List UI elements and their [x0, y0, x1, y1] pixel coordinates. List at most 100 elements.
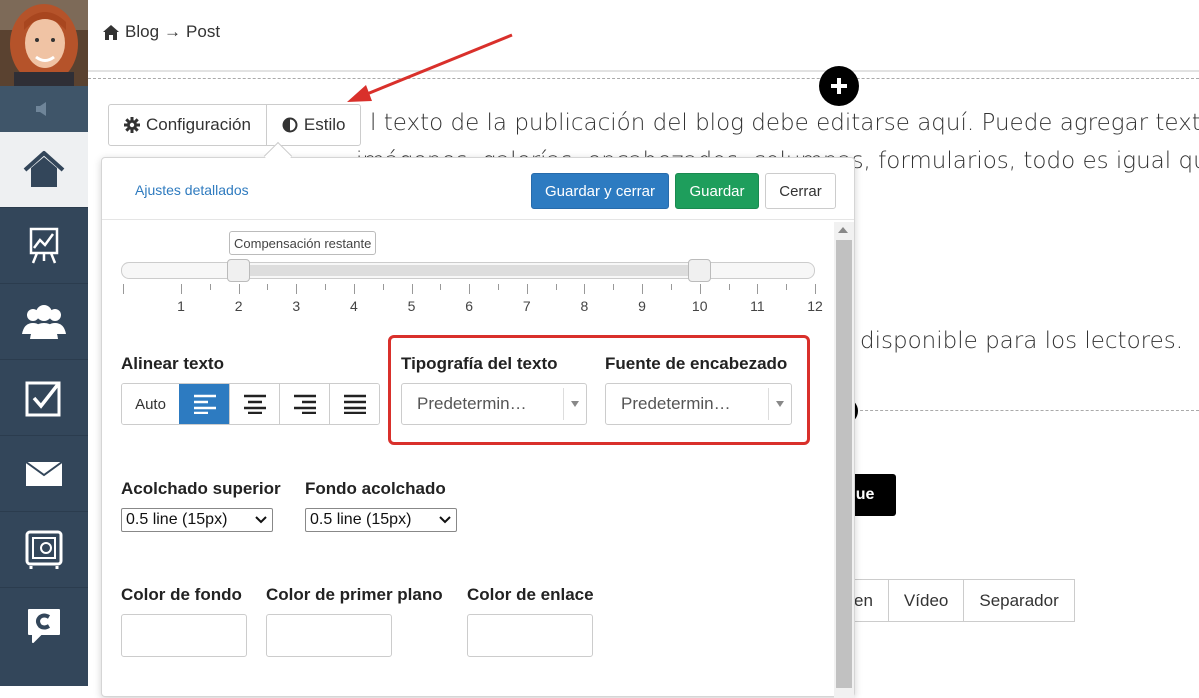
- align-center-button[interactable]: [229, 384, 279, 424]
- scroll-up-arrow-icon[interactable]: [838, 227, 848, 233]
- sidebar-item-home[interactable]: [0, 132, 88, 208]
- slider-tick: [296, 284, 298, 294]
- text-font-select[interactable]: Predetermin…: [401, 383, 587, 425]
- chart-icon: [29, 227, 59, 263]
- save-and-close-button[interactable]: Guardar y cerrar: [531, 173, 669, 209]
- bottom-padding-select[interactable]: 0.5 line (15px): [305, 508, 457, 532]
- align-left-icon: [193, 394, 216, 414]
- slider-tick: [411, 284, 413, 294]
- align-justify-button[interactable]: [329, 384, 379, 424]
- heading-font-value: Predetermin…: [621, 394, 731, 413]
- foreground-color-label: Color de primer plano: [266, 585, 443, 604]
- sidebar-item-vault[interactable]: [0, 512, 88, 588]
- block-type-video[interactable]: Vídeo: [887, 580, 963, 621]
- slider-tick-label: 5: [407, 298, 416, 314]
- align-auto-button[interactable]: Auto: [122, 384, 179, 424]
- link-color-input[interactable]: [467, 614, 593, 657]
- add-block-button[interactable]: [819, 66, 859, 106]
- block-settings-tabs: Configuración Estilo: [108, 104, 362, 146]
- slider-tick: [555, 284, 557, 290]
- top-padding-select[interactable]: 0.5 line (15px): [121, 508, 273, 532]
- background-color-input[interactable]: [121, 614, 247, 657]
- tab-style[interactable]: Estilo: [265, 105, 361, 145]
- slider-tick: [267, 284, 269, 290]
- slider-tick: [584, 284, 586, 294]
- sidebar: [0, 0, 88, 686]
- chevron-down-icon: [255, 516, 267, 524]
- tab-configuration[interactable]: Configuración: [109, 105, 266, 145]
- tab-style-label: Estilo: [303, 115, 346, 134]
- link-color-label: Color de enlace: [467, 585, 594, 604]
- slider-tick: [238, 284, 240, 294]
- panel-scrollbar[interactable]: [834, 222, 854, 698]
- slider-tick: [728, 284, 730, 290]
- gear-icon: [124, 117, 140, 133]
- slider-tooltip: Compensación restante: [229, 231, 377, 255]
- slider-tick: [526, 284, 528, 294]
- contrast-icon: [282, 117, 298, 133]
- slider-tick-label: 7: [522, 298, 531, 314]
- slider-tick: [670, 284, 672, 290]
- home-icon: [23, 150, 65, 187]
- align-left-button[interactable]: [179, 384, 229, 424]
- offset-slider-handle-start[interactable]: [226, 259, 250, 282]
- foreground-color-input[interactable]: [266, 614, 392, 657]
- avatar[interactable]: [0, 0, 88, 86]
- slider-tick: [123, 284, 124, 290]
- slider-tick: [209, 284, 211, 290]
- slider-tick: [757, 284, 759, 294]
- chevron-down-icon: [571, 401, 579, 407]
- close-button[interactable]: Cerrar: [765, 173, 836, 209]
- slider-tick-label: 1: [177, 298, 185, 314]
- panel-header: Ajustes detallados Guardar y cerrar Guar…: [102, 158, 854, 220]
- breadcrumb-blog[interactable]: Blog: [125, 22, 159, 42]
- background-color-label: Color de fondo: [121, 585, 242, 604]
- scrollbar-thumb[interactable]: [836, 240, 852, 688]
- sidebar-item-users[interactable]: [0, 284, 88, 360]
- home-icon[interactable]: [102, 24, 120, 41]
- block-divider: [840, 410, 1199, 411]
- sidebar-item-mail[interactable]: [0, 436, 88, 512]
- breadcrumb-current: Post: [186, 22, 221, 41]
- align-right-icon: [293, 394, 316, 414]
- save-button[interactable]: Guardar: [675, 173, 759, 209]
- volume-icon: [36, 102, 46, 116]
- block-type-separator[interactable]: Separador: [963, 580, 1073, 621]
- slider-tick: [382, 284, 384, 290]
- align-right-button[interactable]: [279, 384, 329, 424]
- offset-slider-range: [238, 265, 700, 276]
- align-justify-icon: [343, 394, 366, 414]
- post-body-line[interactable]: disponible para los lectores.: [860, 328, 1183, 354]
- chat-logo-icon: [28, 609, 60, 643]
- slider-tick-label: 10: [691, 298, 708, 314]
- heading-font-select[interactable]: Predetermin…: [605, 383, 792, 425]
- post-body-line[interactable]: l texto de la publicación del blog debe …: [370, 110, 1199, 136]
- sidebar-item-chat[interactable]: [0, 588, 88, 664]
- slider-tick-label: 12: [807, 298, 823, 314]
- chevron-down-icon: [776, 401, 784, 407]
- slider-tick: [325, 284, 327, 290]
- slider-tick: [498, 284, 499, 290]
- header-divider: [88, 70, 1199, 72]
- sidebar-item-tasks[interactable]: [0, 360, 88, 436]
- offset-slider-handle-end[interactable]: [687, 259, 711, 282]
- sound-toggle[interactable]: [0, 86, 88, 132]
- bottom-padding-value: 0.5 line (15px): [310, 511, 412, 528]
- slider-tick: [613, 284, 615, 290]
- detailed-settings-link[interactable]: Ajustes detallados: [135, 182, 249, 198]
- breadcrumb-separator: →: [164, 22, 182, 41]
- bottom-padding-label: Fondo acolchado: [305, 479, 446, 498]
- plus-icon: [831, 78, 847, 94]
- slider-tick-label: 2: [234, 298, 243, 314]
- top-padding-value: 0.5 line (15px): [126, 511, 228, 528]
- sidebar-item-statistics[interactable]: [0, 208, 88, 284]
- slider-tick: [440, 284, 442, 290]
- block-type-tabs: en Vídeo Separador: [840, 579, 1075, 622]
- top-padding-label: Acolchado superior: [121, 479, 281, 498]
- slider-tick: [353, 284, 355, 294]
- text-align-group: Auto: [121, 383, 380, 425]
- safe-icon: [25, 530, 63, 569]
- slider-tick-label: 3: [292, 298, 301, 314]
- breadcrumb: Blog → Post: [102, 22, 220, 42]
- users-icon: [22, 304, 66, 339]
